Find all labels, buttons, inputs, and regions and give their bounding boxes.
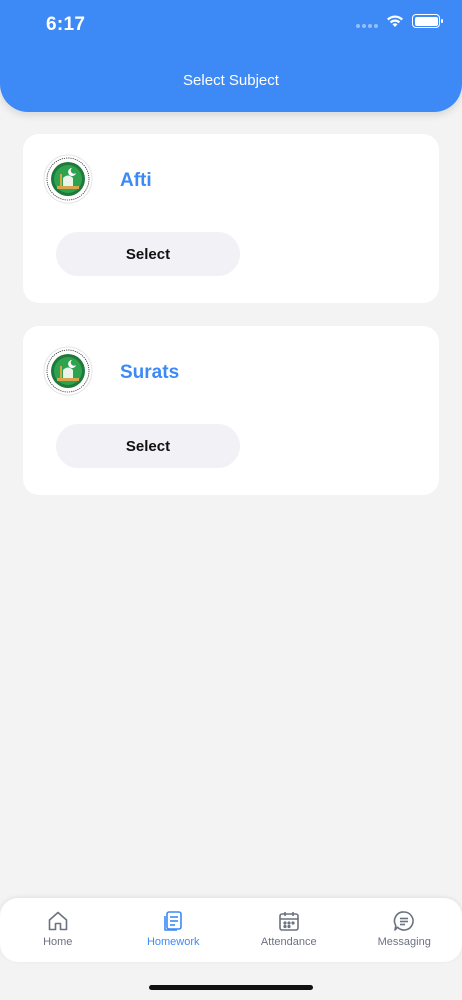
chat-icon bbox=[393, 911, 415, 931]
tab-label: Home bbox=[43, 936, 73, 948]
home-icon bbox=[48, 911, 68, 931]
subject-card: Afti Select bbox=[23, 134, 439, 303]
wifi-icon bbox=[387, 15, 403, 27]
battery-icon bbox=[412, 14, 443, 28]
select-button[interactable]: Select bbox=[56, 424, 240, 468]
tab-messaging[interactable]: Messaging bbox=[347, 898, 462, 962]
calendar-icon bbox=[278, 912, 299, 931]
school-logo-icon bbox=[43, 154, 93, 204]
tab-label: Attendance bbox=[260, 936, 317, 948]
bottom-tab-bar: Home Homework Attendance Messaging bbox=[0, 898, 462, 962]
cellular-signal-icon bbox=[356, 14, 378, 28]
school-logo-icon bbox=[43, 346, 93, 396]
page-title: Select Subject bbox=[183, 72, 279, 89]
tab-label: Homework bbox=[146, 936, 200, 948]
subject-name: Afti bbox=[120, 170, 152, 191]
status-icons bbox=[356, 14, 443, 28]
app-header: 6:17 Select Subject bbox=[0, 0, 462, 112]
select-button[interactable]: Select bbox=[56, 232, 240, 276]
home-indicator[interactable] bbox=[149, 985, 313, 990]
subject-name: Surats bbox=[120, 362, 180, 383]
status-time: 6:17 bbox=[46, 14, 86, 35]
tab-attendance[interactable]: Attendance bbox=[231, 898, 347, 962]
tab-label: Messaging bbox=[377, 936, 431, 948]
tab-homework[interactable]: Homework bbox=[116, 898, 232, 962]
homework-icon bbox=[164, 911, 183, 931]
subject-card: Surats Select bbox=[23, 326, 439, 495]
tab-home[interactable]: Home bbox=[0, 898, 116, 962]
